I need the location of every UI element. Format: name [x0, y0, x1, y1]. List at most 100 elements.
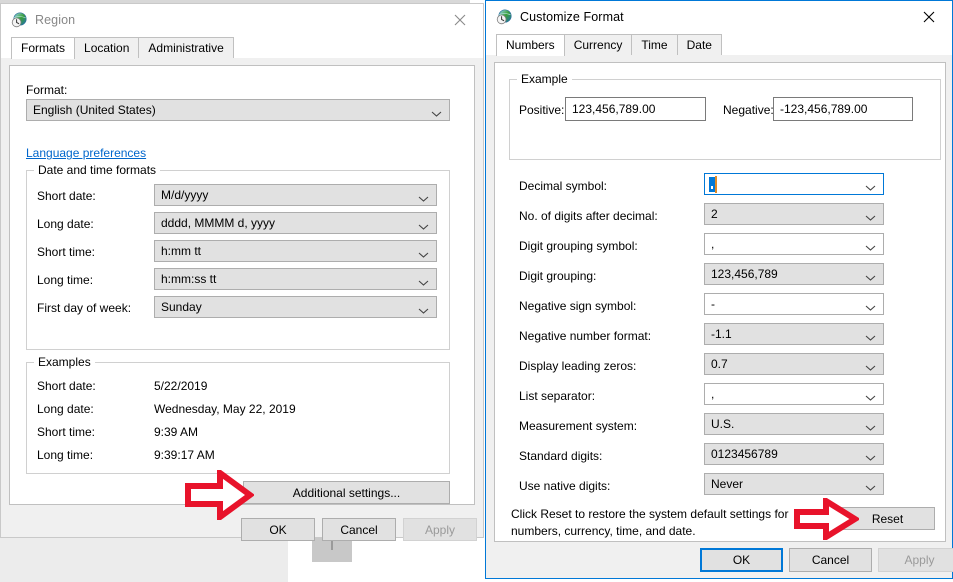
chevron-down-icon: [865, 331, 876, 341]
short-date-label: Short date:: [37, 189, 96, 203]
customize-format-window[interactable]: Customize Format Numbers Currency Time D…: [485, 0, 953, 579]
use-native-digits-combo[interactable]: Never: [704, 473, 884, 495]
date-time-formats-group-title: Date and time formats: [34, 163, 161, 177]
customize-tabstrip[interactable]: Numbers Currency Time Date: [486, 33, 952, 56]
use-native-digits-value: Never: [711, 477, 744, 491]
first-day-of-week-value: Sunday: [161, 300, 202, 314]
chevron-down-icon: [418, 248, 429, 258]
customize-ok-button[interactable]: OK: [700, 548, 783, 572]
decimal-symbol-label: Decimal symbol:: [519, 179, 608, 193]
negative-label: Negative:: [723, 103, 774, 117]
chevron-down-icon: [865, 241, 876, 251]
region-apply-button: Apply: [403, 518, 477, 541]
format-combo[interactable]: English (United States): [26, 99, 450, 121]
region-cancel-button[interactable]: Cancel: [322, 518, 396, 541]
region-window-title: Region: [35, 13, 76, 27]
short-date-value: M/d/yyyy: [161, 188, 209, 202]
customize-cancel-button[interactable]: Cancel: [789, 548, 872, 572]
tab-formats[interactable]: Formats: [11, 37, 76, 59]
digits-after-decimal-combo[interactable]: 2: [704, 203, 884, 225]
example-short-date-label: Short date:: [37, 379, 96, 393]
region-formats-panel: Format: English (United States) Language…: [9, 65, 475, 505]
list-separator-value: ,: [711, 387, 715, 401]
text-caret: [715, 176, 717, 193]
examples-group-title: Examples: [34, 355, 95, 369]
tab-administrative[interactable]: Administrative: [138, 37, 234, 58]
tab-currency[interactable]: Currency: [563, 34, 633, 55]
long-time-value: h:mm:ss tt: [161, 272, 217, 286]
region-tabstrip[interactable]: Formats Location Administrative: [1, 36, 483, 59]
digit-grouping-symbol-combo[interactable]: ,: [704, 233, 884, 255]
tab-numbers[interactable]: Numbers: [496, 34, 565, 56]
long-time-combo[interactable]: h:mm:ss tt: [154, 268, 437, 290]
long-date-value: dddd, MMMM d, yyyy: [161, 216, 276, 230]
chevron-down-icon: [865, 301, 876, 311]
display-leading-zeros-combo[interactable]: 0.7: [704, 353, 884, 375]
reset-button[interactable]: Reset: [840, 507, 935, 530]
measurement-system-label: Measurement system:: [519, 419, 638, 433]
short-time-combo[interactable]: h:mm tt: [154, 240, 437, 262]
positive-example-field[interactable]: 123,456,789.00: [565, 97, 706, 121]
digits-after-decimal-value: 2: [711, 207, 718, 221]
chevron-down-icon: [865, 181, 876, 191]
chevron-down-icon: [418, 192, 429, 202]
negative-example-value: -123,456,789.00: [780, 102, 868, 116]
first-day-of-week-combo[interactable]: Sunday: [154, 296, 437, 318]
example-group-title: Example: [517, 72, 572, 86]
measurement-system-combo[interactable]: U.S.: [704, 413, 884, 435]
region-window[interactable]: Region Formats Location Administrative F…: [0, 3, 484, 541]
negative-number-format-value: -1.1: [711, 327, 732, 341]
region-globe-clock-icon: [11, 12, 27, 28]
customize-window-title: Customize Format: [520, 10, 624, 24]
digit-grouping-combo[interactable]: 123,456,789: [704, 263, 884, 285]
digits-after-decimal-label: No. of digits after decimal:: [519, 209, 658, 223]
positive-label: Positive:: [519, 103, 565, 117]
long-date-combo[interactable]: dddd, MMMM d, yyyy: [154, 212, 437, 234]
display-leading-zeros-label: Display leading zeros:: [519, 359, 637, 373]
short-date-combo[interactable]: M/d/yyyy: [154, 184, 437, 206]
region-close-button[interactable]: [437, 4, 483, 35]
standard-digits-combo[interactable]: 0123456789: [704, 443, 884, 465]
customize-close-button[interactable]: [906, 1, 952, 32]
long-time-label: Long time:: [37, 273, 94, 287]
negative-sign-symbol-value: -: [711, 297, 715, 311]
region-ok-button[interactable]: OK: [241, 518, 315, 541]
chevron-down-icon: [865, 421, 876, 431]
list-separator-combo[interactable]: ,: [704, 383, 884, 405]
tab-location[interactable]: Location: [74, 37, 140, 58]
standard-digits-label: Standard digits:: [519, 449, 603, 463]
digit-grouping-symbol-label: Digit grouping symbol:: [519, 239, 638, 253]
customize-titlebar: Customize Format: [486, 1, 952, 33]
chevron-down-icon: [865, 211, 876, 221]
chevron-down-icon: [865, 391, 876, 401]
example-short-time-label: Short time:: [37, 425, 96, 439]
reset-hint-line-2: numbers, currency, time, and date.: [511, 524, 696, 538]
example-long-time-value: 9:39:17 AM: [154, 448, 215, 462]
example-short-time-value: 9:39 AM: [154, 425, 199, 439]
negative-sign-symbol-combo[interactable]: -: [704, 293, 884, 315]
chevron-down-icon: [865, 451, 876, 461]
decimal-symbol-combo[interactable]: [704, 173, 884, 195]
example-long-date-label: Long date:: [37, 402, 94, 416]
long-date-label: Long date:: [37, 217, 94, 231]
negative-example-field[interactable]: -123,456,789.00: [773, 97, 913, 121]
negative-number-format-combo[interactable]: -1.1: [704, 323, 884, 345]
standard-digits-value: 0123456789: [711, 447, 778, 461]
tab-time[interactable]: Time: [631, 34, 678, 55]
decimal-symbol-selected-char: [711, 186, 713, 189]
short-time-label: Short time:: [37, 245, 96, 259]
list-separator-label: List separator:: [519, 389, 596, 403]
negative-sign-symbol-label: Negative sign symbol:: [519, 299, 637, 313]
tab-date[interactable]: Date: [676, 34, 722, 55]
language-preferences-link[interactable]: Language preferences: [26, 146, 146, 160]
customize-apply-button: Apply: [878, 548, 953, 572]
customize-numbers-panel: Example Positive: 123,456,789.00 Negativ…: [494, 62, 946, 542]
additional-settings-button[interactable]: Additional settings...: [243, 481, 450, 504]
format-combo-value: English (United States): [33, 103, 156, 117]
digit-grouping-value: 123,456,789: [711, 267, 778, 281]
chevron-down-icon: [865, 481, 876, 491]
reset-hint-line-1: Click Reset to restore the system defaul…: [511, 507, 789, 521]
chevron-down-icon: [418, 276, 429, 286]
chevron-down-icon: [431, 107, 442, 117]
format-label: Format:: [26, 83, 68, 97]
